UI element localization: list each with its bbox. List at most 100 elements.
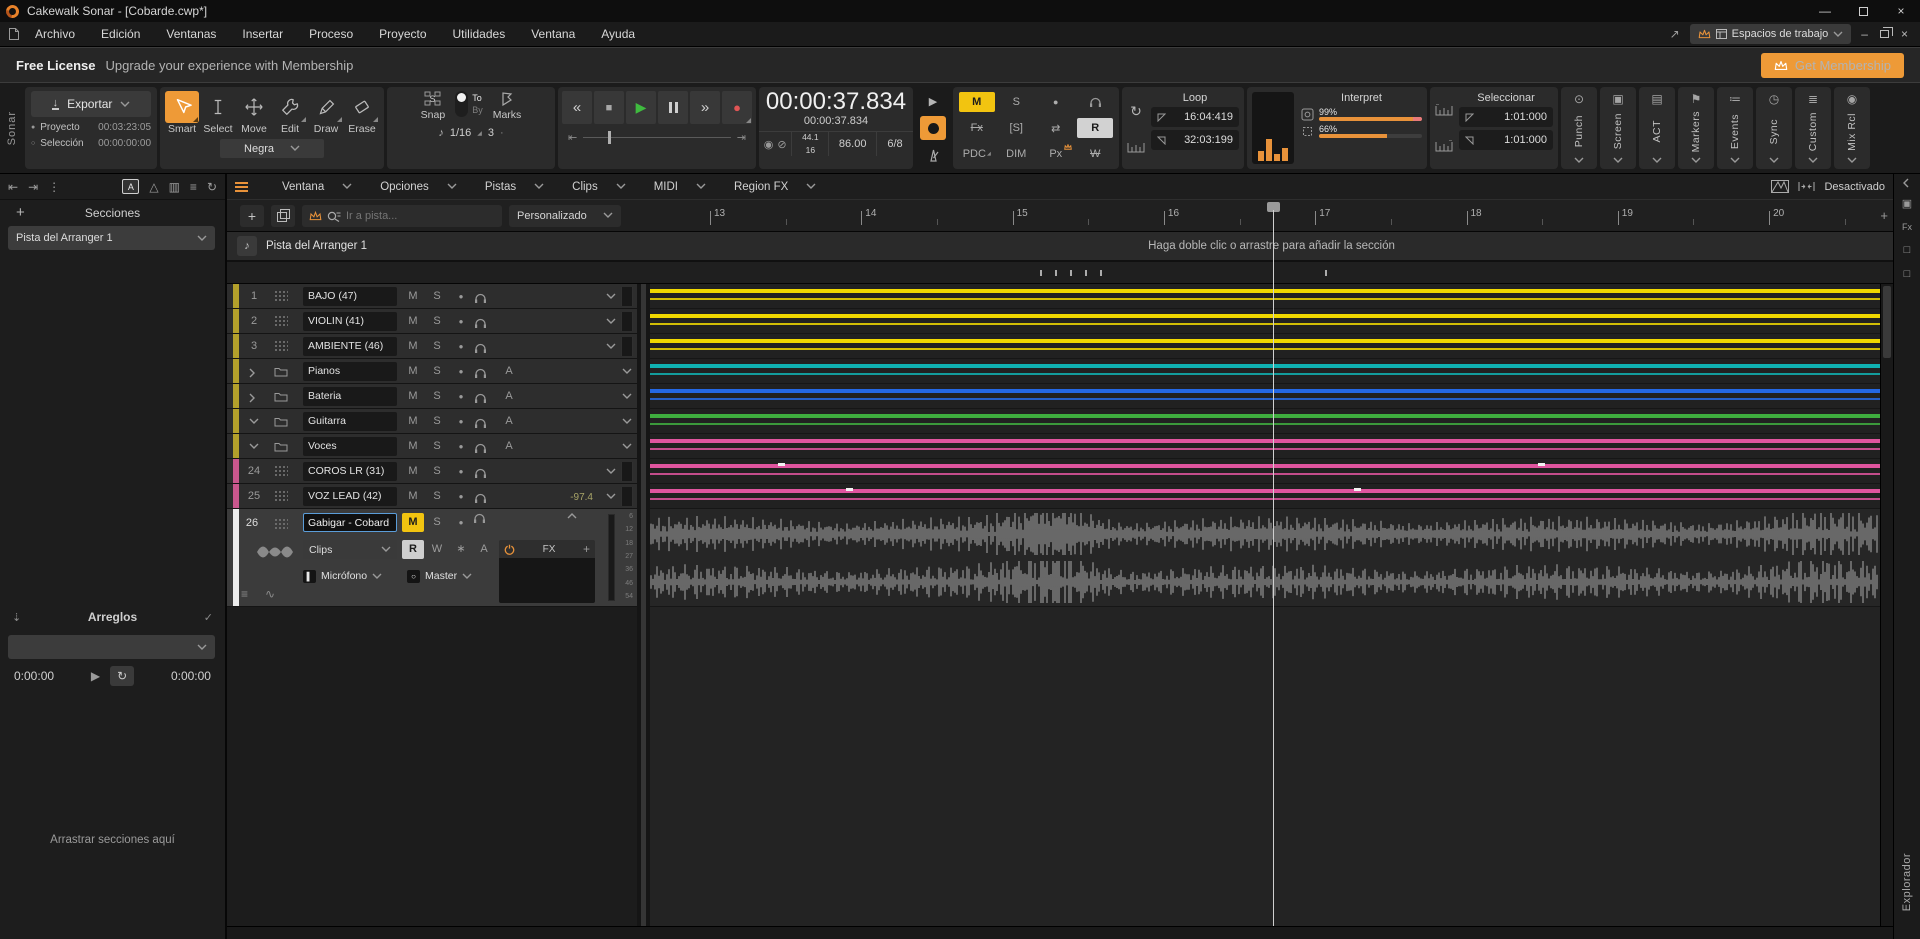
input-echo-button[interactable] [474, 439, 496, 454]
tool-draw[interactable]: Draw [308, 91, 344, 135]
exclusive-solo-button[interactable]: [S] [998, 118, 1034, 138]
vertical-scrollbar[interactable] [1880, 284, 1893, 939]
input-echo-button[interactable] [474, 389, 496, 404]
snap-marks-button[interactable]: Marks [493, 91, 522, 121]
mini-play-button[interactable]: ▶ [920, 89, 946, 113]
module-markers[interactable]: ⚑Markers [1678, 87, 1714, 169]
mute-button[interactable]: M [402, 290, 424, 302]
selected-track-row[interactable]: 26 M S ● Clips R W ∗ A [227, 509, 637, 607]
automation-snapshot-icon[interactable]: ∗ [450, 540, 472, 559]
track-name[interactable]: Pianos [303, 362, 397, 381]
arranger-lane[interactable]: Haga doble clic o arrastre para añadir l… [650, 240, 1893, 252]
clip-row[interactable] [650, 434, 1880, 459]
clips-pane[interactable] [650, 284, 1880, 939]
arrangement-loop-button[interactable]: ↻ [110, 666, 134, 686]
trackview-menu-icon[interactable] [235, 182, 248, 192]
menu-item-ayuda[interactable]: Ayuda [588, 27, 648, 41]
chevron-up-icon[interactable] [567, 513, 589, 532]
solo-button[interactable]: S [426, 513, 448, 532]
snap-to-by-toggle[interactable]: To By [455, 91, 483, 117]
archive-button[interactable]: A [498, 390, 520, 402]
solo-button[interactable]: S [426, 490, 448, 502]
mute-button[interactable]: M [402, 365, 424, 377]
solo-button[interactable]: S [426, 365, 448, 377]
module-events[interactable]: ≔Events [1717, 87, 1753, 169]
punch-region-icon[interactable] [1798, 181, 1815, 192]
tool-erase[interactable]: Erase [344, 91, 380, 135]
refresh-icon[interactable]: ↻ [207, 180, 217, 194]
arranger-track-select[interactable]: Pista del Arranger 1 [8, 226, 215, 250]
panel-icon[interactable]: ▣ [1902, 197, 1912, 210]
trackview-menu-midi[interactable]: MIDI [640, 181, 720, 193]
track-row[interactable]: 24COROS LR (31)MS● [227, 459, 637, 484]
performance-histogram-icon[interactable] [1252, 92, 1294, 164]
track-grip-icon[interactable] [269, 315, 293, 328]
clip-row[interactable] [650, 384, 1880, 409]
chevron-down-icon[interactable] [601, 293, 621, 300]
play-button[interactable]: ▶ [626, 91, 656, 124]
clip-row[interactable] [650, 459, 1880, 484]
files-tab-icon[interactable]: □ [1904, 244, 1911, 256]
chevron-down-icon[interactable] [601, 468, 621, 475]
snap-grid-button[interactable]: S Snap [421, 91, 446, 121]
track-name-input[interactable] [303, 513, 397, 532]
track-grip-icon[interactable] [274, 518, 288, 531]
solo-button[interactable]: S [426, 390, 448, 402]
chevron-down-icon[interactable] [601, 493, 621, 500]
tempo-value[interactable]: 86.00 [829, 132, 877, 156]
global-mute-button[interactable]: M [959, 92, 995, 112]
sample-rate[interactable]: 44.1 16 [792, 132, 829, 156]
fx-rack-bin[interactable] [499, 558, 595, 603]
arm-button[interactable]: ● [450, 417, 472, 426]
module-punch[interactable]: ⊙Punch [1561, 87, 1597, 169]
trackview-menu-ventana[interactable]: Ventana [268, 181, 366, 193]
audio-clip-waveform[interactable] [650, 509, 1880, 607]
wai-button[interactable]: W [1077, 144, 1113, 164]
ripple-edit-icon[interactable] [1771, 180, 1789, 193]
arm-button[interactable]: ● [450, 342, 472, 351]
automation-read-button[interactable]: R [402, 540, 424, 559]
zoom-plus-icon[interactable]: + [1880, 208, 1888, 223]
automation-curve-icon[interactable]: ∿ [265, 587, 275, 601]
workspace-select[interactable]: Espacios de trabajo [1690, 24, 1852, 44]
fx-rack-header[interactable]: FX + [499, 540, 595, 558]
mdi-minimize-icon[interactable]: – [1861, 27, 1868, 41]
menu-item-ventana[interactable]: Ventana [518, 27, 588, 41]
goto-track-search[interactable] [302, 205, 502, 227]
mdi-restore-icon[interactable] [1880, 30, 1889, 38]
mute-button[interactable]: M [402, 490, 424, 502]
trackview-menu-region-fx[interactable]: Region FX [720, 181, 830, 193]
arm-button[interactable]: ● [450, 467, 472, 476]
chevron-down-icon[interactable] [601, 343, 621, 350]
ripple-edit-status[interactable]: Desactivado [1824, 181, 1885, 193]
mute-button[interactable]: M [402, 465, 424, 477]
dock-left-icon[interactable]: ⇤ [8, 180, 18, 194]
module-act[interactable]: ▤ACT [1639, 87, 1675, 169]
pdc-button[interactable]: PDC◢ [959, 144, 995, 164]
fast-forward-button[interactable]: » [690, 91, 720, 124]
folder-row[interactable]: BateriaMS●A [227, 384, 637, 409]
dock-right-icon[interactable]: ⇥ [28, 180, 38, 194]
input-echo-button[interactable] [473, 513, 495, 532]
list-view-icon[interactable]: ≡ [190, 180, 197, 194]
global-record-mode-button[interactable]: R [1077, 118, 1113, 138]
clip-row[interactable] [650, 284, 1880, 309]
record-button[interactable]: ● [722, 91, 752, 124]
minimize-button[interactable]: — [1806, 0, 1844, 22]
triangle-tool-icon[interactable]: △ [149, 180, 158, 194]
snap-division[interactable]: ♪ 1/16 ◢ 3 · [393, 127, 549, 139]
selection-start-field[interactable]: 1:01:000 [1459, 107, 1553, 127]
track-row[interactable]: 1BAJO (47)MS● [227, 284, 637, 309]
chevron-down-icon[interactable] [617, 368, 637, 375]
trackview-menu-clips[interactable]: Clips [558, 181, 640, 193]
arm-button[interactable]: ● [450, 292, 472, 301]
arm-button[interactable]: ● [450, 442, 472, 451]
track-name[interactable]: Guitarra [303, 412, 397, 431]
pane-splitter[interactable] [637, 284, 650, 939]
explorer-tab[interactable]: Explorador [1901, 853, 1913, 911]
arm-button[interactable]: ● [450, 392, 472, 401]
folder-expand-icon[interactable] [239, 368, 269, 375]
mute-button[interactable]: M [402, 340, 424, 352]
input-select[interactable]: ▌ Micrófono [303, 567, 399, 585]
get-membership-button[interactable]: Get Membership [1761, 53, 1904, 78]
